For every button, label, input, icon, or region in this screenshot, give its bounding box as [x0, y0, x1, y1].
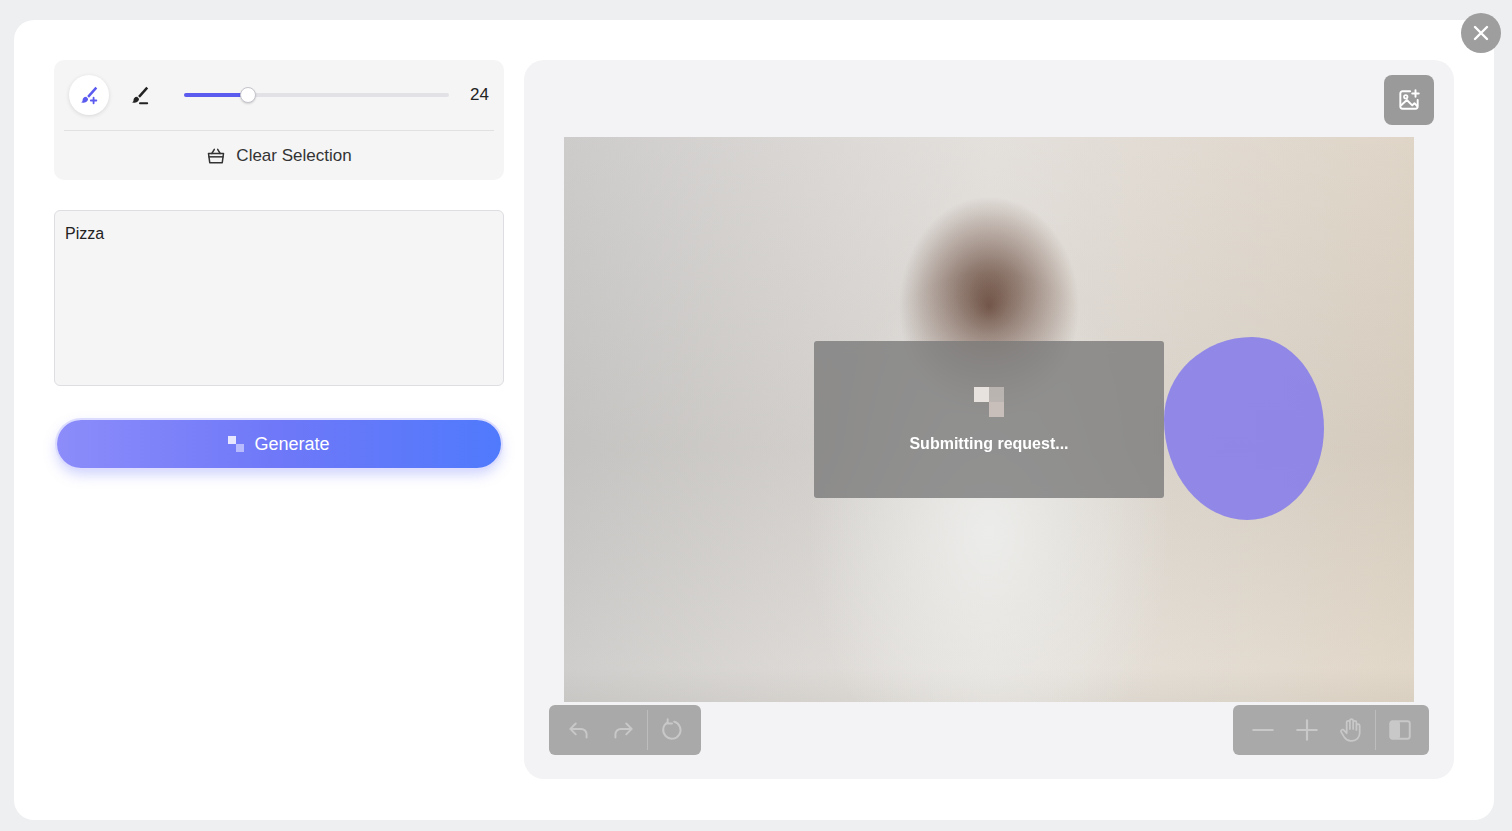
brush-size-value: 24 [467, 85, 489, 105]
brush-erase-button[interactable] [119, 75, 159, 115]
loading-icon [228, 436, 244, 452]
brush-icon [128, 84, 150, 106]
zoom-in-button[interactable] [1287, 710, 1327, 750]
loading-icon [974, 387, 1004, 417]
brush-row: 24 [64, 60, 494, 130]
plus-icon [1294, 717, 1320, 743]
compare-button[interactable] [1375, 710, 1419, 750]
view-toolbar [1233, 705, 1429, 755]
close-button[interactable] [1461, 13, 1501, 53]
generate-label: Generate [254, 434, 329, 455]
zoom-out-button[interactable] [1243, 710, 1283, 750]
image-add-icon [1396, 87, 1422, 113]
compare-icon [1387, 717, 1413, 743]
canvas-top-row [549, 75, 1429, 125]
hand-icon [1338, 717, 1364, 743]
undo-button[interactable] [559, 710, 599, 750]
pan-button[interactable] [1331, 710, 1371, 750]
slider-fill [184, 93, 248, 97]
minus-icon [1250, 717, 1276, 743]
redo-button[interactable] [603, 710, 643, 750]
brush-plus-icon [78, 84, 100, 106]
inpaint-modal: 24 Clear Selection Pizza Generate Submitting… [14, 20, 1494, 820]
image-area: Submitting request... [549, 137, 1429, 702]
controls-column: 24 Clear Selection Pizza Generate [54, 60, 504, 779]
brush-panel: 24 Clear Selection [54, 60, 504, 180]
reset-button[interactable] [647, 710, 691, 750]
prompt-field[interactable]: Pizza [54, 210, 504, 386]
canvas-toolbars [549, 705, 1429, 755]
brush-add-button[interactable] [69, 75, 109, 115]
slider-thumb[interactable] [240, 87, 256, 103]
basket-icon [206, 146, 226, 166]
reset-icon [659, 717, 685, 743]
status-text: Submitting request... [909, 435, 1068, 453]
generate-button[interactable]: Generate [57, 420, 501, 468]
clear-selection-button[interactable]: Clear Selection [64, 131, 494, 180]
undo-icon [566, 717, 592, 743]
mask-selection [1164, 337, 1324, 520]
upload-image-button[interactable] [1384, 75, 1434, 125]
redo-icon [610, 717, 636, 743]
canvas-panel: Submitting request... [524, 60, 1454, 779]
close-icon [1472, 24, 1490, 42]
history-toolbar [549, 705, 701, 755]
clear-selection-label: Clear Selection [236, 146, 351, 166]
page: 24 Clear Selection Pizza Generate Submitting… [0, 0, 1512, 831]
status-overlay: Submitting request... [814, 341, 1164, 498]
photo[interactable]: Submitting request... [564, 137, 1414, 702]
brush-size-slider[interactable] [184, 93, 449, 97]
